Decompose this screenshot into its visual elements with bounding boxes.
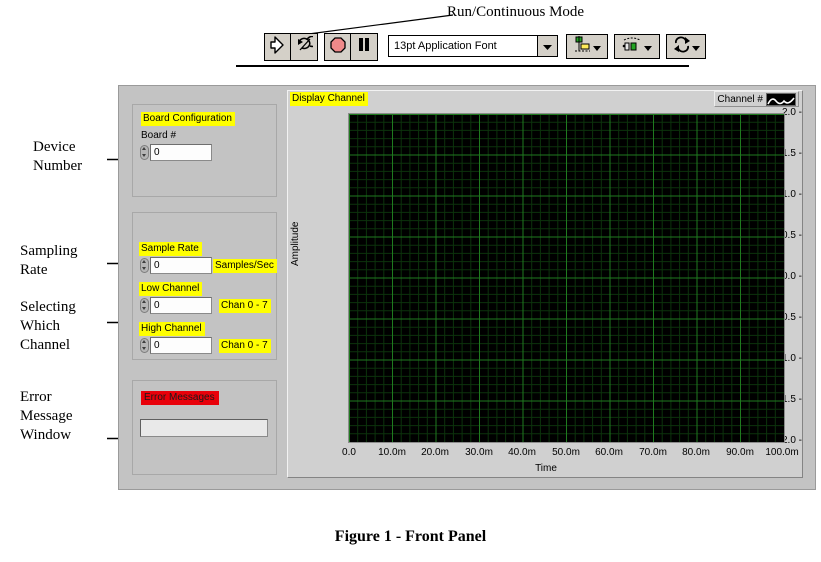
annotation-device-number-line1: Device <box>33 139 76 155</box>
pause-button[interactable] <box>351 34 377 60</box>
annotation-error-window-line3: Window <box>20 427 72 443</box>
font-selector-value: 13pt Application Font <box>394 40 497 52</box>
font-selector-dropdown-arrow[interactable] <box>537 36 557 56</box>
spinner-down-icon[interactable] <box>142 307 146 310</box>
front-panel-window: Board Configuration Board # 0 Sample Rat… <box>118 85 816 490</box>
y-axis-label: Amplitude <box>290 221 301 266</box>
high-channel-unit-label: Chan 0 - 7 <box>219 339 271 353</box>
low-channel-spinner[interactable] <box>139 297 150 314</box>
sample-rate-spinner[interactable] <box>139 257 150 274</box>
x-tick-label: 0.0 <box>342 447 356 458</box>
high-channel-spinner[interactable] <box>139 337 150 354</box>
board-number-spinner[interactable] <box>139 144 150 161</box>
run-arrow-icon <box>270 35 285 59</box>
graph-title: Display Channel <box>290 92 368 106</box>
annotation-sampling-rate-line2: Rate <box>20 262 48 278</box>
run-button[interactable] <box>265 34 291 60</box>
spinner-up-icon[interactable] <box>142 147 146 150</box>
spinner-down-icon[interactable] <box>142 267 146 270</box>
font-selector[interactable]: 13pt Application Font <box>388 35 558 57</box>
annotation-sampling-rate-line1: Sampling <box>20 243 78 259</box>
annotation-device-number-line2: Number <box>33 158 83 174</box>
distribute-objects-icon <box>622 35 643 59</box>
low-channel-label: Low Channel <box>139 282 203 296</box>
reorder-objects-button[interactable] <box>666 34 706 59</box>
annotation-error-window-line2: Message <box>20 408 73 424</box>
align-objects-icon <box>573 35 592 59</box>
sample-rate-unit-label: Samples/Sec <box>213 259 277 273</box>
labview-toolbar[interactable] <box>264 32 378 62</box>
x-tick-label: 100.0m <box>765 447 799 458</box>
plot-area[interactable] <box>348 113 785 443</box>
sample-rate-control[interactable]: 0 <box>139 257 212 274</box>
distribute-objects-button[interactable] <box>614 34 660 59</box>
board-configuration-title: Board Configuration <box>141 112 235 126</box>
spinner-up-icon[interactable] <box>142 340 146 343</box>
plot-legend[interactable]: Channel # <box>714 91 799 107</box>
x-tick-label: 70.0m <box>639 447 667 458</box>
annotation-selecting-channel-line1: Selecting <box>20 299 76 315</box>
abort-execution-button[interactable] <box>325 34 351 60</box>
low-channel-unit-label: Chan 0 - 7 <box>219 299 271 313</box>
annotation-sampling-rate: Sampling Rate <box>20 242 78 280</box>
annotation-error-message-window: Error Message Window <box>20 388 73 445</box>
annotation-selecting-channel-line2: Which <box>20 318 60 334</box>
board-configuration-group: Board Configuration Board # 0 <box>132 104 277 197</box>
plot-legend-label: Channel # <box>717 93 763 105</box>
annotation-device-number: Device Number <box>33 138 82 176</box>
annotation-selecting-channel: Selecting Which Channel <box>20 298 76 355</box>
sample-rate-label: Sample Rate <box>139 242 202 256</box>
high-channel-control[interactable]: 0 <box>139 337 212 354</box>
run-mode-callout-label: Run/Continuous Mode <box>447 4 585 20</box>
error-messages-input[interactable] <box>140 419 268 437</box>
x-tick-label: 90.0m <box>726 447 754 458</box>
spinner-up-icon[interactable] <box>142 260 146 263</box>
board-number-label: Board # <box>141 130 177 141</box>
spinner-up-icon[interactable] <box>142 300 146 303</box>
x-tick-label: 10.0m <box>378 447 406 458</box>
toolbar-underline-rule <box>236 65 689 67</box>
board-number-control[interactable]: 0 <box>139 144 212 161</box>
reorder-objects-icon <box>673 36 691 58</box>
plot-major-gridlines <box>349 114 784 442</box>
graph-header: Display Channel Channel # <box>288 91 802 107</box>
chevron-down-icon <box>543 37 552 55</box>
waveform-graph[interactable]: Display Channel Channel # 2.0 - 1.5 - 1.… <box>287 90 803 478</box>
spinner-down-icon[interactable] <box>142 154 146 157</box>
toolbar-abort-group[interactable] <box>324 33 378 61</box>
run-continuous-icon <box>296 35 318 58</box>
chevron-down-icon <box>644 38 652 56</box>
high-channel-label: High Channel <box>139 322 205 336</box>
low-channel-input[interactable]: 0 <box>150 297 212 314</box>
x-axis-label: Time <box>535 463 557 474</box>
board-number-input[interactable]: 0 <box>150 144 212 161</box>
low-channel-control[interactable]: 0 <box>139 297 212 314</box>
x-tick-label: 20.0m <box>421 447 449 458</box>
chevron-down-icon <box>691 38 700 56</box>
align-objects-button[interactable] <box>566 34 608 59</box>
chevron-down-icon <box>593 38 601 56</box>
run-continuously-button[interactable] <box>291 34 318 60</box>
error-messages-title: Error Messages <box>141 391 219 405</box>
spinner-down-icon[interactable] <box>142 347 146 350</box>
annotation-error-window-line1: Error <box>20 389 52 405</box>
sample-rate-input[interactable]: 0 <box>150 257 212 274</box>
pause-icon <box>357 37 371 57</box>
x-tick-label: 40.0m <box>508 447 536 458</box>
figure-caption: Figure 1 - Front Panel <box>334 528 487 545</box>
waveform-icon[interactable] <box>766 92 796 106</box>
x-tick-label: 30.0m <box>465 447 493 458</box>
x-tick-label: 80.0m <box>682 447 710 458</box>
high-channel-input[interactable]: 0 <box>150 337 212 354</box>
error-messages-group: Error Messages <box>132 380 277 475</box>
toolbar-run-group[interactable] <box>264 33 318 61</box>
x-tick-label: 60.0m <box>595 447 623 458</box>
abort-stop-icon <box>329 36 346 58</box>
x-tick-label: 50.0m <box>552 447 580 458</box>
annotation-selecting-channel-line3: Channel <box>20 337 70 353</box>
sampling-configuration-group: Sample Rate 0 Samples/Sec Low Channel 0 … <box>132 212 277 360</box>
